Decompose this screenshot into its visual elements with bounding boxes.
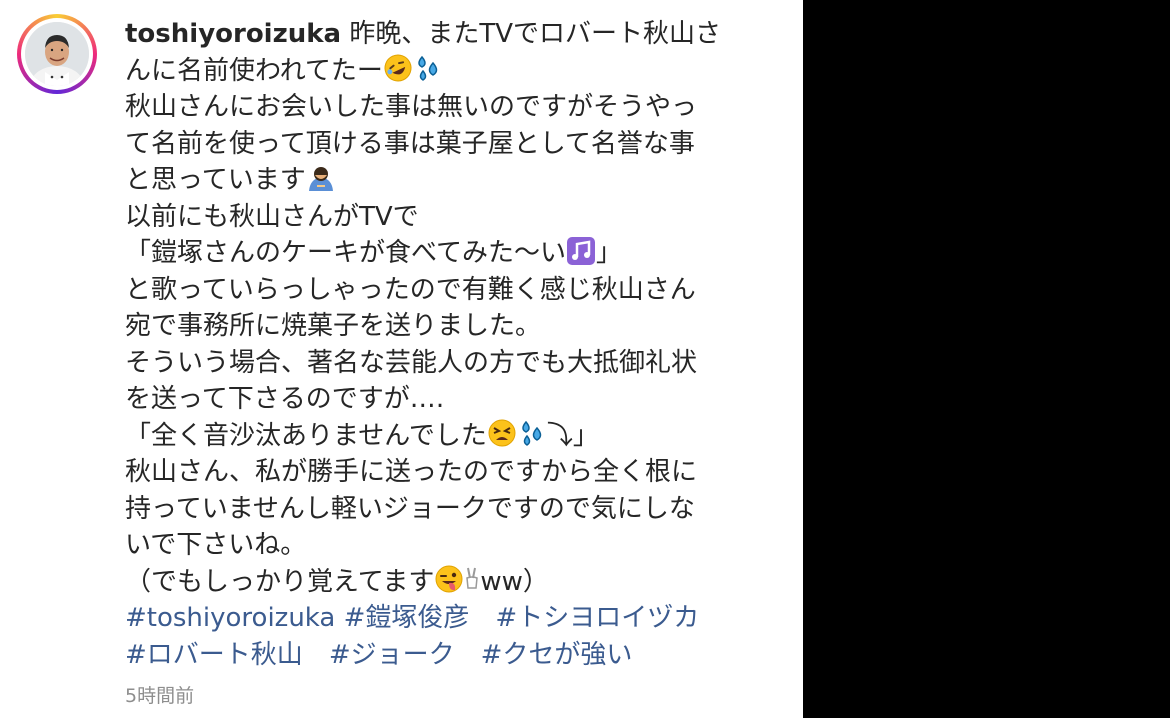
avatar (25, 22, 89, 86)
profile-avatar-story-ring[interactable] (17, 14, 97, 94)
hashtag-link[interactable]: #鎧塚俊彦 (344, 603, 470, 633)
hashtag-link[interactable]: #ロバート秋山 (125, 640, 303, 670)
caption-text: （でもしっかり覚えてます (125, 566, 435, 597)
caption-text: て名前を使って頂ける事は菓子屋として名誉な事 (125, 128, 695, 159)
caption-text: 以前にも秋山さんがTVで (125, 201, 419, 232)
hashtag-link[interactable]: #ジョーク (329, 640, 455, 670)
caption-text: いで下さいね。 (125, 530, 307, 560)
hashtag-link[interactable]: #トシヨロイヅカ (495, 603, 699, 633)
caption-text: 宛で事務所に焼菓子を送りました。 (125, 311, 542, 341)
caption-text: 「全く音沙汰ありませんでした (125, 420, 487, 451)
caption-text: んに名前使われてたー (125, 55, 383, 86)
username-link[interactable]: toshiyoroizuka (125, 19, 341, 49)
sweat-droplets-icon (413, 53, 443, 83)
person-bowing-icon (306, 163, 336, 193)
post-caption: toshiyoroizuka 昨晩、またTVでロバート秋山さ んに名前使われてた… (125, 16, 750, 673)
caption-text: と思っています (125, 165, 306, 195)
caption-text: を送って下さるのですが‥‥ (125, 384, 445, 414)
hashtag-link[interactable]: #toshiyoroizuka (125, 603, 335, 633)
musical-notes-icon (566, 236, 596, 266)
victory-hand-icon (464, 566, 480, 592)
rofl-face-icon (383, 53, 413, 83)
caption-text: 秋山さん、私が勝手に送ったのですから全く根に (125, 457, 698, 487)
caption-text: 「鎧塚さんのケーキが食べてみた〜い (125, 238, 566, 268)
caption-text: 昨晩、またTVでロバート秋山さ (349, 19, 722, 49)
hashtag-link[interactable]: #クセが強い (481, 640, 633, 670)
caption-text: 」 (595, 238, 622, 268)
caption-text: そういう場合、著名な芸能人の方でも大抵御礼状 (125, 347, 698, 378)
caption-text: 持っていませんし軽いジョークですので気にしな (125, 493, 695, 524)
post-timestamp[interactable]: 5時間前 (125, 681, 194, 708)
tired-face-icon (487, 418, 517, 448)
caption-text: ⤵」 (546, 420, 599, 451)
caption-text: と歌っていらっしゃったので有難く感じ秋山さん (125, 274, 696, 305)
sweat-droplets-icon (517, 418, 547, 448)
media-panel (803, 0, 1170, 718)
caption-text: 秋山さんにお会いした事は無いのですがそうやっ (125, 92, 698, 122)
instagram-post-caption: toshiyoroizuka 昨晩、またTVでロバート秋山さ んに名前使われてた… (0, 0, 1170, 718)
caption-text: ww） (480, 566, 549, 597)
winking-tongue-face-icon (434, 564, 464, 594)
chef-portrait-icon (25, 22, 89, 86)
